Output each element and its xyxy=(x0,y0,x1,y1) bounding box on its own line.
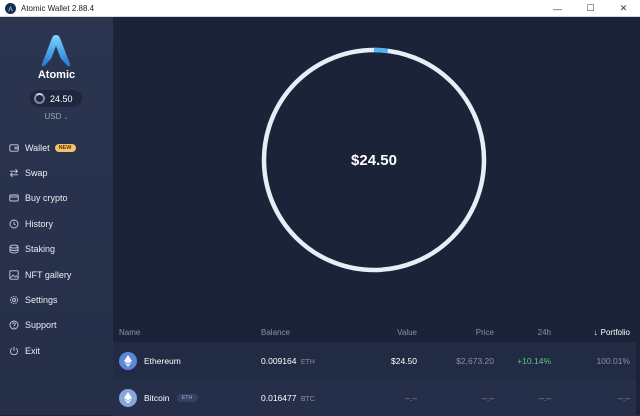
sidebar-item-support[interactable]: Support xyxy=(0,313,113,338)
asset-price: $2,673.20 xyxy=(456,355,494,366)
asset-portfolio-share: –.– xyxy=(618,392,630,403)
network-tag: ETH xyxy=(176,393,198,402)
balance-ticker: BTC xyxy=(300,395,315,403)
sidebar-item-label: Staking xyxy=(25,244,56,255)
sidebar-item-label: History xyxy=(25,218,54,229)
sidebar-item-settings[interactable]: Settings xyxy=(0,287,113,312)
portfolio-total: $24.50 xyxy=(351,151,397,169)
new-badge: NEW xyxy=(54,143,76,152)
asset-value: $24.50 xyxy=(391,355,417,366)
header-24h[interactable]: 24h xyxy=(538,328,551,337)
ethereum-icon xyxy=(119,351,137,370)
balance-amount: 0.016477 xyxy=(261,392,297,403)
balance-ring-icon xyxy=(34,93,45,104)
card-icon xyxy=(9,193,19,203)
balance-amount: 0.009164 xyxy=(261,355,297,366)
staking-icon xyxy=(9,244,19,254)
sidebar-item-label: Swap xyxy=(25,168,48,179)
minimize-button[interactable]: — xyxy=(541,0,574,17)
maximize-button[interactable]: ☐ xyxy=(574,0,607,17)
asset-price: –.– xyxy=(482,392,494,403)
table-row[interactable]: Ethereum 0.009164 ETH $24.50 $2,673.20 +… xyxy=(113,342,640,379)
currency-label: USD xyxy=(44,112,62,121)
sidebar-item-label: Support xyxy=(25,320,57,331)
asset-name-cell: Ethereum xyxy=(119,351,181,370)
image-icon xyxy=(9,269,19,280)
atomic-app-icon xyxy=(5,2,16,14)
asset-change-24h: +10.14% xyxy=(517,355,551,366)
power-icon xyxy=(9,346,19,356)
sidebar-item-label: Settings xyxy=(25,295,58,306)
table-row[interactable]: Bitcoin ETH 0.016477 BTC –.– –.– –.– –.– xyxy=(113,379,640,416)
sidebar-nav: Wallet NEW Swap Buy crypto History Staki… xyxy=(0,135,113,364)
asset-portfolio-share: 100.01% xyxy=(596,355,630,366)
currency-selector[interactable]: USD ⌄ xyxy=(0,112,113,121)
asset-name: Ethereum xyxy=(144,355,181,366)
sidebar-item-history[interactable]: History xyxy=(0,211,113,236)
ethereum-icon xyxy=(119,388,137,407)
sidebar-item-staking[interactable]: Staking xyxy=(0,237,113,262)
sidebar-item-label: Exit xyxy=(25,345,41,356)
sidebar-item-nft-gallery[interactable]: NFT gallery xyxy=(0,262,113,287)
sort-down-arrow-icon: ↓ xyxy=(593,327,598,337)
sidebar-item-label: NFT gallery xyxy=(25,269,72,280)
swap-icon xyxy=(9,168,19,178)
sidebar-item-wallet[interactable]: Wallet NEW xyxy=(0,135,113,160)
history-icon xyxy=(9,219,19,229)
asset-name-cell: Bitcoin ETH xyxy=(119,388,198,407)
header-value[interactable]: Value xyxy=(397,328,417,337)
table-header: Name Balance Value Price 24h ↓ Portfolio xyxy=(113,322,640,342)
window-title: Atomic Wallet 2.88.4 xyxy=(21,3,95,13)
sidebar-balance: 24.50 xyxy=(50,93,73,104)
asset-value: –.– xyxy=(405,392,417,403)
brand-name: Atomic xyxy=(37,69,76,81)
balance-ticker: ETH xyxy=(300,358,315,366)
sidebar-item-label: Buy crypto xyxy=(25,193,68,204)
assets-table: Name Balance Value Price 24h ↓ Portfolio … xyxy=(113,322,640,416)
header-price[interactable]: Price xyxy=(476,328,494,337)
chevron-down-icon: ⌄ xyxy=(63,115,69,121)
sidebar-item-label: Wallet xyxy=(25,142,50,153)
question-icon xyxy=(9,320,19,330)
scrollbar[interactable] xyxy=(636,17,640,415)
close-button[interactable]: ✕ xyxy=(607,0,640,17)
asset-change-24h: –.– xyxy=(539,392,551,403)
header-name[interactable]: Name xyxy=(119,328,140,337)
header-portfolio[interactable]: ↓ Portfolio xyxy=(594,328,630,337)
wallet-icon xyxy=(9,143,19,153)
header-balance[interactable]: Balance xyxy=(261,328,290,337)
title-bar: Atomic Wallet 2.88.4 — ☐ ✕ xyxy=(0,0,640,17)
main-panel: $24.50 Name Balance Value Price 24h ↓ Por… xyxy=(113,17,640,416)
sidebar: Atomic 24.50 USD ⌄ Wallet NEW Swap Buy cr… xyxy=(0,17,113,415)
sidebar-item-swap[interactable]: Swap xyxy=(0,160,113,185)
sidebar-item-buy-crypto[interactable]: Buy crypto xyxy=(0,186,113,211)
atomic-logo-icon xyxy=(41,35,71,67)
asset-balance: 0.009164 ETH xyxy=(261,356,315,366)
app-window: Atomic Wallet 2.88.4 — ☐ ✕ Atomic 24.50 … xyxy=(0,0,640,416)
asset-balance: 0.016477 BTC xyxy=(261,393,315,403)
window-controls: — ☐ ✕ xyxy=(541,0,640,17)
gear-icon xyxy=(9,295,19,305)
sidebar-item-exit[interactable]: Exit xyxy=(0,338,113,363)
balance-pill[interactable]: 24.50 xyxy=(30,90,82,107)
asset-name: Bitcoin xyxy=(144,392,170,403)
header-portfolio-label: Portfolio xyxy=(600,327,630,337)
